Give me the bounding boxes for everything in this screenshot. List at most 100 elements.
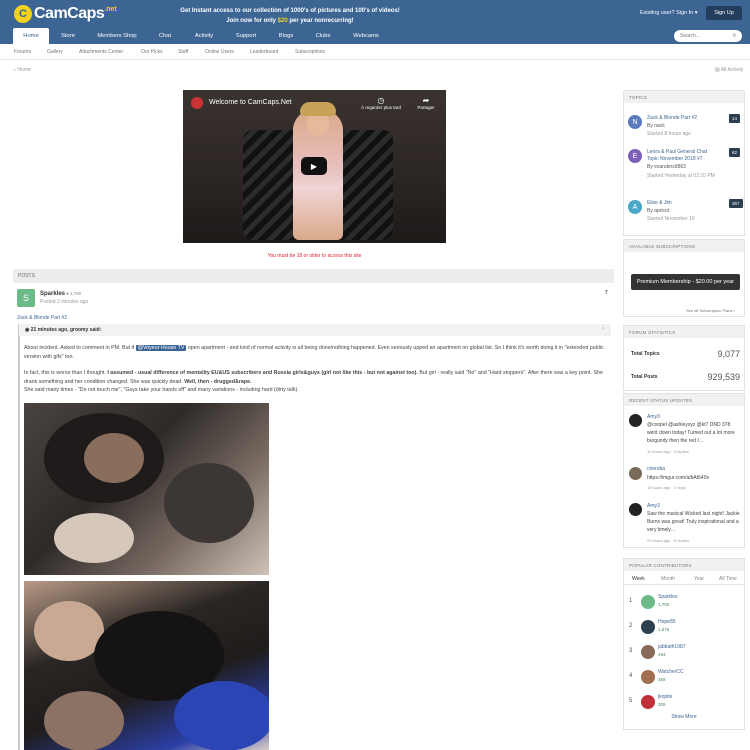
see-all-plans-link[interactable]: See all Subscription Plans ›: [686, 308, 735, 313]
contributor-rank: 2: [629, 623, 633, 629]
contributor-name[interactable]: jkopite: [658, 694, 672, 700]
post-image-2[interactable]: [24, 581, 269, 750]
share-video-button[interactable]: ➦ Partager: [411, 96, 441, 110]
tab-week[interactable]: Week: [632, 576, 645, 582]
video-player[interactable]: Welcome to CamCaps.Net ◷ À regarder plus …: [183, 90, 446, 243]
contributor-rank: 1: [629, 598, 633, 604]
nav-store[interactable]: Store: [52, 28, 84, 44]
topic-item[interactable]: A Elise & Jim By apricot Started Novembe…: [628, 199, 743, 224]
status-meta[interactable]: 18 hours ago · 1 reply: [647, 485, 686, 490]
topic-item[interactable]: E Leora & Paul General Chat Topic Novemb…: [628, 148, 741, 189]
nav-chat[interactable]: Chat: [150, 28, 180, 44]
contributor-name[interactable]: WatcherCC: [658, 669, 684, 675]
nav-activity[interactable]: Activity: [186, 28, 222, 44]
topic-item[interactable]: N Zack & Blonde Part #2 By nack Started …: [628, 114, 741, 141]
subnav-our-picks[interactable]: Our Picks: [141, 49, 163, 55]
forum-stats-header: FORUM STATISTICS: [624, 326, 744, 338]
contributor-avatar[interactable]: [641, 595, 655, 609]
post-paragraph-2: In fact, this is worse than I thought. I…: [24, 370, 603, 385]
promo-line-2: Join now for only $20 per year nonrecurr…: [226, 18, 354, 24]
contributor-rank: 3: [629, 648, 633, 654]
status-meta[interactable]: 23 hours ago · 5 replies: [647, 538, 689, 543]
nav-home[interactable]: Home: [13, 28, 49, 44]
subnav-online-users[interactable]: Online Users: [205, 49, 234, 55]
contributor-name[interactable]: Sparkles: [658, 594, 677, 600]
tab-year[interactable]: Year: [694, 576, 704, 582]
breadcrumb[interactable]: ⌂ Home: [13, 67, 31, 73]
channel-avatar[interactable]: [191, 97, 203, 109]
logo-icon: C: [14, 5, 32, 23]
contributor-rep: 494: [658, 652, 666, 657]
topic-title[interactable]: Elise & Jim: [647, 200, 719, 207]
tab-month[interactable]: Month: [661, 576, 675, 582]
status-author[interactable]: Amy3: [647, 503, 660, 509]
subscriptions-header: AVAILABLE SUBSCRIPTIONS: [624, 240, 744, 252]
topic-started: Started 8 hours ago: [647, 131, 691, 137]
subnav-attachments[interactable]: Attachments Center: [79, 49, 123, 55]
subnav-subscriptions[interactable]: Subscriptions: [295, 49, 325, 55]
total-posts-label: Total Posts: [631, 374, 658, 380]
status-text[interactable]: https://imgur.com/a/bAt640s: [647, 474, 742, 482]
topic-avatar[interactable]: A: [628, 200, 642, 214]
nav-clubs[interactable]: Clubs: [308, 28, 338, 44]
author-avatar[interactable]: S: [17, 289, 35, 307]
collapse-icon[interactable]: ⌃: [601, 327, 605, 333]
contributor-name[interactable]: Hope85: [658, 619, 676, 625]
site-logo[interactable]: C CamCaps .net: [14, 4, 117, 24]
age-notice: You must be 18 or older to access this s…: [267, 253, 362, 259]
total-topics-label: Total Topics: [631, 351, 660, 357]
post-topic-link[interactable]: Zack & Blonde Part #2: [17, 315, 67, 321]
status-text: @coopel @ashleyxyz @kt7 DND 378 went dow…: [647, 422, 735, 444]
contributor-avatar[interactable]: [641, 645, 655, 659]
topic-reply-count: 62: [729, 148, 741, 157]
contributor-avatar[interactable]: [641, 695, 655, 709]
subnav-staff[interactable]: Staff: [178, 49, 188, 55]
status-avatar[interactable]: [629, 503, 642, 516]
user-mention[interactable]: @Voyeur House TV: [135, 345, 187, 351]
tab-all-time[interactable]: All Time: [719, 576, 737, 582]
status-avatar[interactable]: [629, 467, 642, 480]
signup-button[interactable]: Sign Up: [706, 6, 742, 20]
play-button[interactable]: ▶: [301, 157, 327, 175]
search-input[interactable]: Search... ⚲: [674, 30, 742, 42]
contributor-avatar[interactable]: [641, 670, 655, 684]
watch-later-button[interactable]: ◷ À regarder plus tard: [357, 96, 405, 110]
premium-membership-button[interactable]: Premium Membership - $20.00 per year: [631, 274, 740, 290]
topic-author[interactable]: By nack: [647, 123, 665, 129]
topic-title[interactable]: Zack & Blonde Part #2: [647, 115, 719, 122]
all-activity-link[interactable]: ▤ All Activity: [715, 67, 743, 73]
topic-title[interactable]: Leora & Paul General Chat Topic November…: [647, 149, 719, 163]
subnav-leaderboard[interactable]: Leaderboard: [250, 49, 278, 55]
sub-nav: Forums Gallery Attachments Center Our Pi…: [0, 44, 750, 60]
status-author[interactable]: cheroba: [647, 466, 665, 472]
nav-blogs[interactable]: Blogs: [270, 28, 302, 44]
author-name[interactable]: Sparkles: [40, 291, 65, 297]
share-icon[interactable]: ⥉: [605, 290, 608, 297]
topic-avatar[interactable]: N: [628, 115, 642, 129]
contributor-avatar[interactable]: [641, 620, 655, 634]
show-more-button[interactable]: Show More: [624, 714, 744, 720]
topic-reply-count: 14: [729, 114, 741, 123]
contributor-name[interactable]: jabbath1987: [658, 644, 686, 650]
nav-webcams[interactable]: Webcams: [344, 28, 388, 44]
topic-avatar[interactable]: E: [628, 149, 642, 163]
contributor-rep: 358: [658, 677, 666, 682]
total-topics-value: 9,077: [717, 349, 740, 359]
subnav-forums[interactable]: Forums: [14, 49, 31, 55]
post-image-1[interactable]: [24, 403, 269, 575]
status-author[interactable]: Amy3: [647, 414, 660, 420]
topic-author[interactable]: By esanders9863: [647, 164, 686, 170]
nav-members-shop[interactable]: Members Shop: [90, 28, 144, 44]
status-meta[interactable]: 11 hours ago · 3 replies: [647, 449, 689, 454]
nav-support[interactable]: Support: [228, 28, 264, 44]
video-title[interactable]: Welcome to CamCaps.Net: [209, 99, 292, 106]
promo-banner: Get Instant access to our collection of …: [140, 6, 440, 26]
search-icon[interactable]: ⚲: [732, 33, 736, 39]
total-posts-value: 929,539: [707, 372, 740, 382]
status-text: Saw the musical Wicked last night! Jacki…: [647, 511, 740, 533]
topic-author[interactable]: By apricot: [647, 208, 669, 214]
subnav-gallery[interactable]: Gallery: [47, 49, 63, 55]
status-avatar[interactable]: [629, 414, 642, 427]
signin-link[interactable]: Existing user? Sign In ▾: [640, 10, 697, 16]
contributor-rep: 305: [658, 702, 666, 707]
